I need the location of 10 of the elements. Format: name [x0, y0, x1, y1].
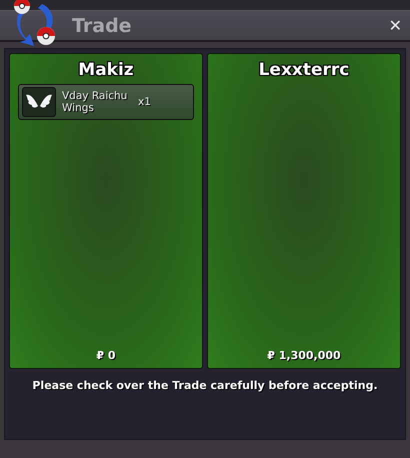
money-amount: ₽ 1,300,000	[267, 349, 341, 362]
notice-text: Please check over the Trade carefully before accepting.	[32, 379, 378, 392]
player-name: Lexxterrc	[258, 60, 350, 80]
window-title: Trade	[72, 14, 133, 36]
close-button[interactable]: ✕	[386, 16, 404, 35]
money-amount: ₽ 0	[96, 349, 116, 362]
item-quantity: x1	[138, 96, 151, 108]
item-name: Vday Raichu Wings	[62, 90, 128, 114]
player-name: Makiz	[78, 60, 134, 80]
trade-item[interactable]: Vday Raichu Wings x1	[18, 84, 194, 120]
